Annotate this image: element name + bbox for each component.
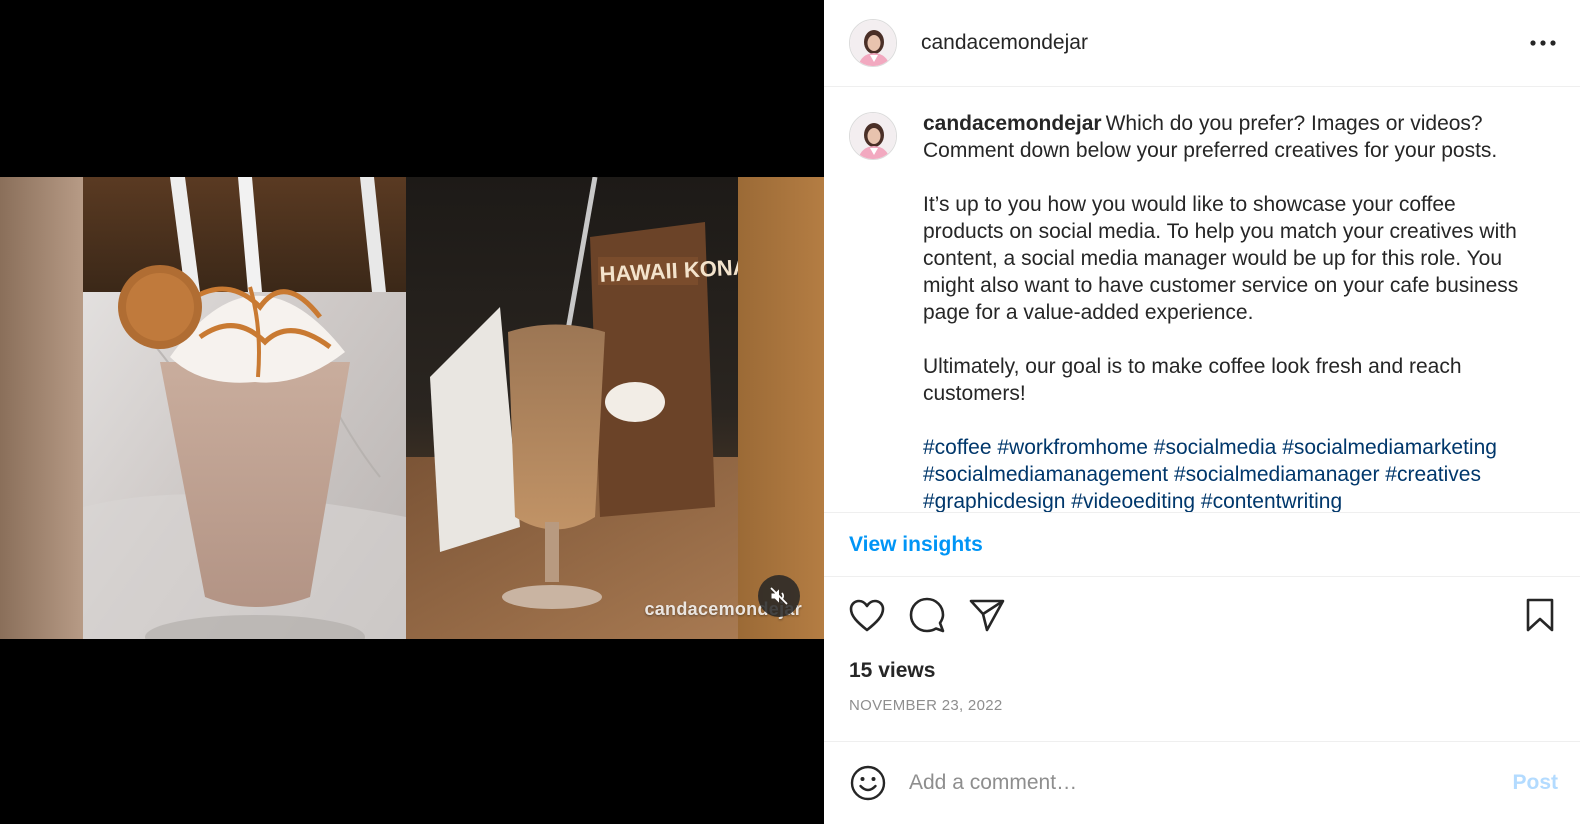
like-button[interactable]: [849, 593, 893, 637]
caption-paragraph-2: It’s up to you how you would like to sho…: [923, 193, 1519, 324]
hashtag-link[interactable]: #videoediting: [1071, 490, 1195, 512]
caption-paragraph-3: Ultimately, our goal is to make coffee l…: [923, 355, 1462, 405]
comment-button[interactable]: [909, 593, 953, 637]
insights-bar: View insights: [824, 512, 1580, 577]
video-frame-image: HAWAII KONA: [0, 177, 824, 639]
video-player[interactable]: HAWAII KONA candacemondejar: [0, 177, 824, 639]
caption-avatar[interactable]: [849, 112, 897, 160]
caption-username[interactable]: candacemondejar: [923, 112, 1102, 135]
post-header: candacemondejar: [824, 0, 1580, 87]
header-username[interactable]: candacemondejar: [921, 31, 1088, 55]
emoji-icon: [850, 765, 886, 801]
post-details-panel: candacemondejar candacemondejar Which do…: [824, 0, 1580, 824]
caption-section: candacemondejar Which do you prefer? Imag…: [824, 88, 1580, 512]
muted-speaker-icon: [770, 587, 788, 605]
profile-photo: [850, 20, 896, 66]
save-button[interactable]: [1511, 593, 1555, 637]
comment-icon: [909, 597, 945, 633]
post-media[interactable]: HAWAII KONA candacemondejar: [0, 0, 824, 824]
action-bar: [849, 593, 1555, 637]
hashtag-link[interactable]: #socialmediamarketing: [1282, 436, 1497, 459]
paper-plane-icon: [969, 599, 1005, 632]
comment-input[interactable]: [909, 771, 1513, 795]
hashtag-link[interactable]: #contentwriting: [1201, 490, 1342, 512]
hashtag-link[interactable]: #socialmediamanagement: [923, 463, 1168, 486]
hashtag-link[interactable]: #graphicdesign: [923, 490, 1065, 512]
emoji-button[interactable]: [849, 764, 887, 802]
hashtag-list: #coffee #workfromhome #socialmedia #soci…: [923, 434, 1523, 512]
hashtag-link[interactable]: #socialmediamanager: [1174, 463, 1379, 486]
comment-bar: Post: [824, 741, 1580, 824]
profile-photo: [850, 113, 896, 159]
avatar[interactable]: [849, 19, 897, 67]
hashtag-link[interactable]: #workfromhome: [997, 436, 1148, 459]
more-horizontal-icon: [1530, 40, 1556, 46]
view-insights-link[interactable]: View insights: [849, 533, 983, 557]
caption-first-paragraph: candacemondejar Which do you prefer? Imag…: [923, 110, 1523, 164]
views-count[interactable]: 15 views: [849, 659, 935, 683]
caption-text: candacemondejar Which do you prefer? Imag…: [923, 110, 1523, 512]
bookmark-icon: [1526, 598, 1554, 632]
mute-toggle-button[interactable]: [758, 575, 800, 617]
hashtag-link[interactable]: #creatives: [1385, 463, 1481, 486]
share-button[interactable]: [969, 593, 1013, 637]
hashtag-link[interactable]: #coffee: [923, 436, 992, 459]
post-comment-button[interactable]: Post: [1512, 771, 1558, 795]
more-options-button[interactable]: [1523, 23, 1563, 63]
caption-row: candacemondejar Which do you prefer? Imag…: [849, 110, 1555, 512]
hashtag-link[interactable]: #socialmedia: [1154, 436, 1277, 459]
heart-icon: [849, 599, 885, 631]
post-date: NOVEMBER 23, 2022: [849, 697, 1003, 714]
